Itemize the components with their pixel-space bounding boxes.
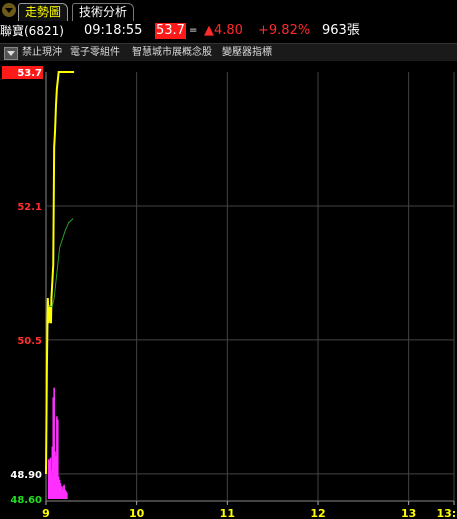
x-tick-label: 12 (310, 507, 325, 519)
price-change: ▲4.80 (204, 23, 243, 38)
y-tick-label: 50.5 (17, 336, 42, 347)
x-tick-label: 9 (42, 507, 50, 519)
tag-item[interactable]: 電子零組件 (70, 44, 120, 61)
stock-name: 聯寶(6821) (0, 24, 64, 38)
quote-bar: 聯寶(6821) 09:18:55 53.7 = ▲4.80 +9.82% 96… (0, 20, 457, 42)
tag-item[interactable]: 禁止現沖 (22, 44, 62, 61)
tab-bar: 走勢圖 技術分析 (0, 0, 457, 21)
x-tick-label: 13 (401, 507, 416, 519)
intraday-chart[interactable]: 53.7 52.1 50.5 48.90 48.609 10 11 12 13 13:30 (0, 60, 457, 519)
y-tick-label: 48.60 (10, 495, 42, 506)
price-series-line (45, 71, 75, 474)
price-eq-marker: = (189, 25, 198, 36)
tab-technical-analysis[interactable]: 技術分析 (72, 3, 135, 21)
last-price: 53.7 (155, 23, 186, 39)
y-tick-label: 48.90 (10, 470, 42, 481)
y-tick-label: 53.7 (17, 68, 42, 79)
volume: 963張 (322, 23, 360, 38)
tag-item[interactable]: 變壓器指標 (222, 44, 272, 61)
tag-item[interactable]: 智慧城市展概念股 (132, 44, 212, 61)
price-change-percent: +9.82% (258, 23, 311, 38)
tab-trend-chart[interactable]: 走勢圖 (18, 3, 69, 21)
tag-bar: 禁止現沖 電子零組件 智慧城市展概念股 變壓器指標 (0, 43, 457, 61)
x-tick-label: 11 (220, 507, 235, 519)
tag-dropdown-icon[interactable] (4, 47, 18, 60)
y-tick-label: 52.1 (17, 202, 42, 213)
x-tick-label: 10 (129, 507, 145, 519)
tab-menu-icon[interactable] (2, 3, 16, 17)
quote-time: 09:18:55 (84, 23, 143, 38)
x-tick-label: 13:30 (436, 507, 457, 519)
